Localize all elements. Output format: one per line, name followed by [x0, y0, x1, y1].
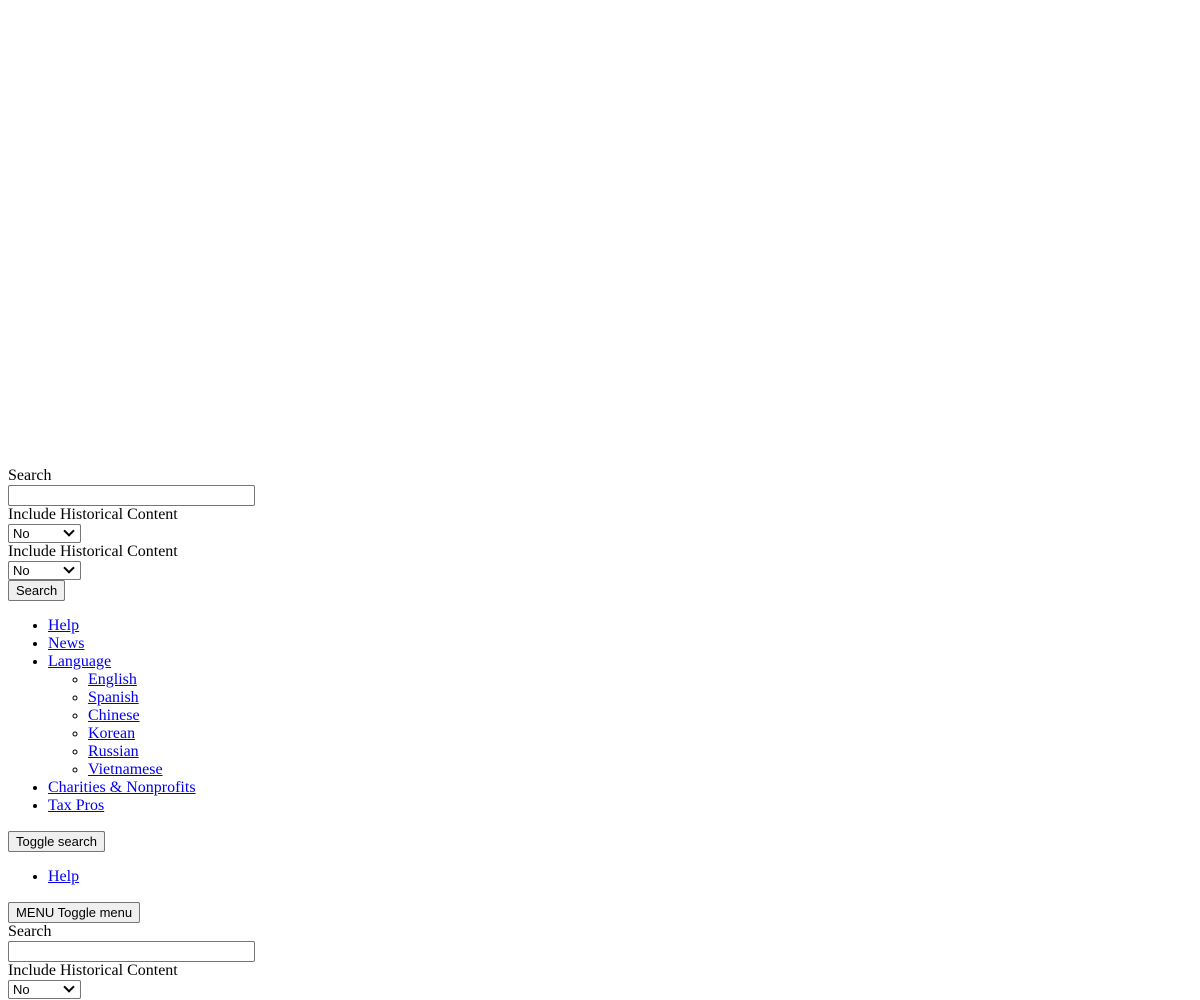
select-value: No: [13, 526, 30, 541]
nav-item-language: Language English Spanish Chinese Korean …: [48, 653, 255, 779]
language-item: Russian: [88, 743, 255, 761]
toggle-search-button[interactable]: Toggle search: [8, 831, 105, 852]
nav-link-news[interactable]: News: [48, 635, 84, 652]
language-item: English: [88, 671, 255, 689]
language-item: Korean: [88, 725, 255, 743]
nav-link-tax-pros[interactable]: Tax Pros: [48, 797, 104, 814]
language-link-vietnamese[interactable]: Vietnamese: [88, 761, 163, 778]
historical-content-label: Include Historical Content: [8, 962, 178, 979]
search-label: Search: [8, 467, 52, 484]
page-content: Search Include Historical Content No Inc…: [8, 467, 255, 999]
language-link-english[interactable]: English: [88, 671, 137, 688]
nav-item-help: Help: [48, 617, 255, 635]
search-input[interactable]: [8, 485, 255, 506]
nav-item-news: News: [48, 635, 255, 653]
secondary-nav-item-help: Help: [48, 868, 255, 886]
secondary-nav-link-help[interactable]: Help: [48, 868, 79, 885]
nav-item-charities: Charities & Nonprofits: [48, 779, 255, 797]
language-submenu: English Spanish Chinese Korean Russian V…: [48, 671, 255, 779]
historical-content-select[interactable]: No: [8, 524, 81, 543]
search-form-2: Search Include Historical Content No: [8, 923, 255, 999]
search-label: Search: [8, 923, 52, 940]
chevron-down-icon: [63, 562, 75, 574]
select-value: No: [13, 563, 30, 578]
language-item: Spanish: [88, 689, 255, 707]
historical-content-label: Include Historical Content: [8, 506, 178, 523]
nav-item-tax-pros: Tax Pros: [48, 797, 255, 815]
nav-link-help[interactable]: Help: [48, 617, 79, 634]
search-button[interactable]: Search: [8, 580, 66, 601]
chevron-down-icon: [63, 981, 75, 993]
chevron-down-icon: [63, 525, 75, 537]
language-link-chinese[interactable]: Chinese: [88, 707, 140, 724]
nav-link-language[interactable]: Language: [48, 653, 111, 670]
nav-link-charities[interactable]: Charities & Nonprofits: [48, 779, 196, 796]
historical-content-select-3[interactable]: No: [8, 980, 81, 999]
language-item: Vietnamese: [88, 761, 255, 779]
select-value: No: [13, 982, 30, 997]
search-input-2[interactable]: [8, 941, 255, 962]
language-link-spanish[interactable]: Spanish: [88, 689, 139, 706]
search-form: Search Include Historical Content No Inc…: [8, 467, 255, 601]
historical-content-select-2[interactable]: No: [8, 561, 81, 580]
language-link-korean[interactable]: Korean: [88, 725, 135, 742]
secondary-nav: Help: [8, 868, 255, 886]
language-link-russian[interactable]: Russian: [88, 743, 139, 760]
main-nav: Help News Language English Spanish Chine…: [8, 617, 255, 815]
language-item: Chinese: [88, 707, 255, 725]
toggle-menu-button[interactable]: MENU Toggle menu: [8, 902, 141, 923]
historical-content-label-2: Include Historical Content: [8, 543, 178, 560]
